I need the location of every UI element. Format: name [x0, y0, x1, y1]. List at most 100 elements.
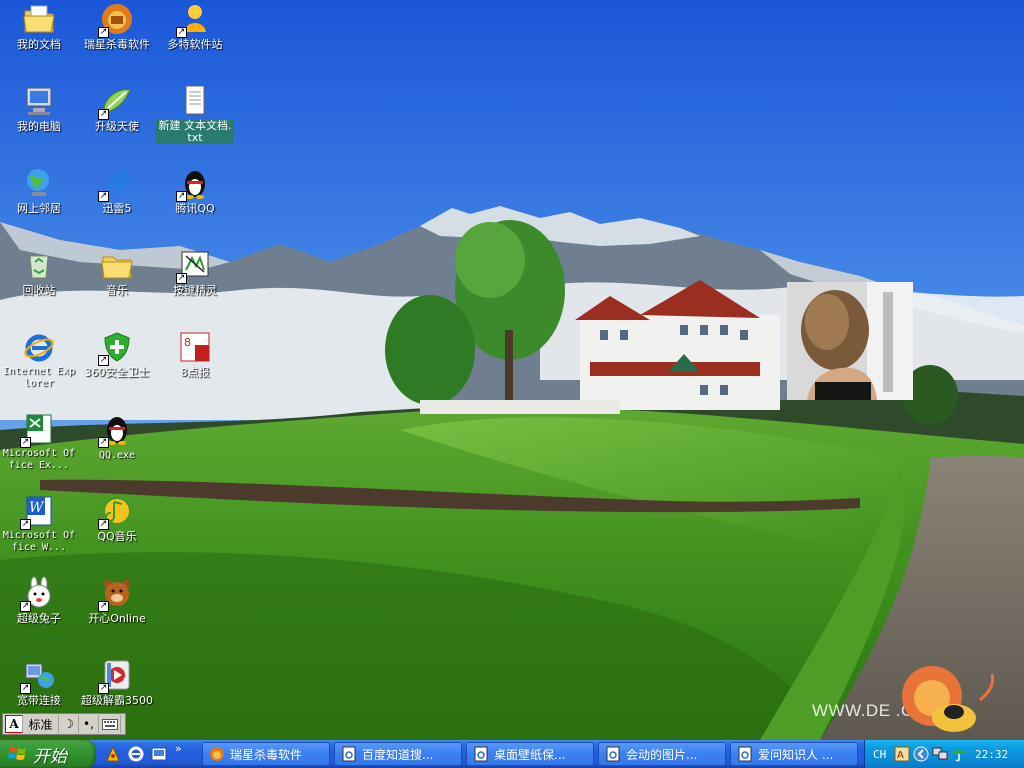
desktop-icon-label: 超级解霸3500 — [81, 694, 153, 707]
ime-language-bar[interactable]: A 标准 ☽ •, — [2, 713, 126, 735]
desktop-icon-8dianbao[interactable]: 8 8点报 — [156, 330, 234, 379]
desktop-icon-label: Internet Explorer — [2, 366, 76, 389]
desktop-icon-label: Microsoft Office Ex... — [2, 448, 76, 471]
shortcut-arrow-icon: ↗ — [98, 355, 109, 366]
my-documents-folder-icon — [22, 2, 56, 36]
desktop-icon-qq-exe[interactable]: ↗ QQ.exe — [78, 412, 156, 462]
desktop-icon-network-places[interactable]: 网上邻居 — [0, 166, 78, 215]
ie-page-icon — [342, 746, 356, 762]
shortcut-arrow-icon: ↗ — [20, 683, 31, 694]
svg-text:W: W — [29, 500, 45, 516]
qq-music-icon: ↗ — [98, 494, 134, 530]
desktop-icon-label: 开心Online — [88, 612, 146, 625]
task-label: 瑞星杀毒软件 — [230, 747, 303, 762]
ime-soft-keyboard-icon[interactable] — [99, 715, 121, 733]
desktop-icon-super-rabbit[interactable]: ↗ 超级兔子 — [0, 576, 78, 625]
ime-halfwidth-moon-icon[interactable]: ☽ — [59, 715, 79, 733]
desktop-icon-label: 迅雷5 — [102, 202, 132, 215]
desktop-icon-label: QQ.exe — [98, 450, 136, 461]
rising-antivirus-lion-icon: ↗ — [98, 2, 134, 38]
shortcut-arrow-icon: ↗ — [98, 519, 109, 530]
desktop-icon-kaixin-online[interactable]: ↗ 开心Online — [78, 576, 156, 625]
lion-mascot-watermark — [896, 660, 1000, 740]
desktop-icon-key-wizard[interactable]: ↗ 按键精灵 — [156, 248, 234, 297]
ime-punctuation-toggle[interactable]: •, — [79, 715, 99, 733]
super-rabbit-icon: ↗ — [20, 576, 56, 612]
ime-mode-toggle[interactable]: 标准 — [23, 715, 59, 733]
desktop-icon-label: 我的电脑 — [17, 120, 61, 133]
task-label: 爱问知识人 ... — [758, 747, 834, 762]
text-document-icon — [178, 84, 212, 118]
qq-penguin-icon: ↗ — [176, 166, 212, 202]
desktop-icon-new-text-document[interactable]: 新建 文本文档.txt — [156, 84, 234, 144]
ie-icon[interactable] — [127, 745, 145, 763]
start-label: 开始 — [33, 746, 67, 767]
desktop-icon-word[interactable]: W ↗ Microsoft Office W... — [0, 494, 78, 554]
desktop-icon-tencent-qq[interactable]: ↗ 腾讯QQ — [156, 166, 234, 215]
desktop-icon-broadband[interactable]: ↗ 宽带连接 — [0, 658, 78, 707]
desktop-icon-label: Microsoft Office W... — [2, 530, 76, 553]
desktop-icon-music-folder[interactable]: 音乐 — [78, 248, 156, 297]
desktop-icon-label: 音乐 — [106, 284, 128, 297]
show-hidden-icons-chevron[interactable] — [913, 746, 929, 762]
desktop-icon-internet-explorer[interactable]: Internet Explorer — [0, 330, 78, 390]
show-desktop-icon[interactable] — [150, 745, 168, 763]
ql-app-icon[interactable] — [104, 745, 122, 763]
shortcut-arrow-icon: ↗ — [98, 683, 109, 694]
shortcut-arrow-icon: ↗ — [20, 437, 31, 448]
umbrella-tray-icon[interactable] — [951, 746, 967, 762]
tray-clock[interactable]: 22:32 — [975, 748, 1008, 761]
woman-photo-image — [787, 282, 913, 400]
shortcut-arrow-icon: ↗ — [98, 109, 109, 120]
desktop-icon-my-documents[interactable]: 我的文档 — [0, 2, 78, 51]
desktop-icon-label: 超级兔子 — [17, 612, 61, 625]
task-label: 桌面壁纸保... — [494, 747, 566, 762]
word-icon: W ↗ — [20, 494, 56, 530]
task-button-baidu-zhidao[interactable]: 百度知道搜... — [334, 742, 462, 766]
ime-tray-icon[interactable]: A — [894, 746, 910, 762]
upgrade-angel-icon: ↗ — [98, 84, 134, 120]
desktop-icon-upgrade-angel[interactable]: ↗ 升级天使 — [78, 84, 156, 133]
kaixin-bear-icon: ↗ — [98, 576, 134, 612]
language-indicator[interactable]: CH — [873, 748, 891, 761]
desktop-icon-label: 新建 文本文档.txt — [156, 120, 234, 144]
rising-lion-icon — [210, 747, 224, 761]
key-wizard-icon: ↗ — [176, 248, 212, 284]
task-button-animated-pictures[interactable]: 会动的图片... — [598, 742, 726, 766]
desktop-icon-my-computer[interactable]: 我的电脑 — [0, 84, 78, 133]
internet-explorer-icon — [22, 330, 56, 364]
task-button-wallpaper[interactable]: 桌面壁纸保... — [466, 742, 594, 766]
start-button[interactable]: 开始 — [0, 740, 96, 768]
desktop-icon-label: 8点报 — [180, 366, 210, 379]
360-safe-shield-icon: ↗ — [98, 330, 134, 366]
quick-launch-bar: » — [104, 740, 182, 768]
task-button-rising[interactable]: 瑞星杀毒软件 — [202, 742, 330, 766]
shortcut-arrow-icon: ↗ — [98, 27, 109, 38]
network-monitors-icon[interactable] — [932, 746, 948, 762]
desktop-icon-rising-antivirus[interactable]: ↗ 瑞星杀毒软件 — [78, 2, 156, 51]
ie-page-icon — [474, 746, 488, 762]
desktop-icon-label: QQ音乐 — [97, 530, 137, 543]
system-tray: CH A 22:32 — [864, 740, 1024, 768]
task-button-iask[interactable]: 爱问知识人 ... — [730, 742, 858, 766]
svg-text:8: 8 — [184, 336, 191, 349]
desktop-icon-label: 腾讯QQ — [175, 202, 215, 215]
music-folder-icon — [100, 248, 134, 282]
desktop-icon-label: 瑞星杀毒软件 — [84, 38, 150, 51]
desktop-icon-excel[interactable]: ↗ Microsoft Office Ex... — [0, 412, 78, 472]
8dianbao-icon: 8 — [178, 330, 212, 364]
desktop-icon-thunder[interactable]: ↗ 迅雷5 — [78, 166, 156, 215]
duote-site-person-icon: ↗ — [176, 2, 212, 38]
desktop-icon-duote-site[interactable]: ↗ 多特软件站 — [156, 2, 234, 51]
desktop-icon-recycle-bin[interactable]: 回收站 — [0, 248, 78, 297]
animated-photo-widget[interactable] — [787, 282, 913, 400]
quick-launch-more-chevron[interactable]: » — [175, 742, 182, 755]
shortcut-arrow-icon: ↗ — [176, 191, 187, 202]
desktop-icon-qq-music[interactable]: ↗ QQ音乐 — [78, 494, 156, 543]
thunder-download-icon: ↗ — [98, 166, 134, 202]
desktop-icon-360-safe[interactable]: ↗ 360安全卫士 — [78, 330, 156, 379]
desktop-icon-super-jieba[interactable]: ↗ 超级解霸3500 — [78, 658, 156, 707]
shortcut-arrow-icon: ↗ — [20, 601, 31, 612]
ime-logo-icon[interactable]: A — [5, 715, 23, 733]
shortcut-arrow-icon: ↗ — [98, 437, 109, 448]
